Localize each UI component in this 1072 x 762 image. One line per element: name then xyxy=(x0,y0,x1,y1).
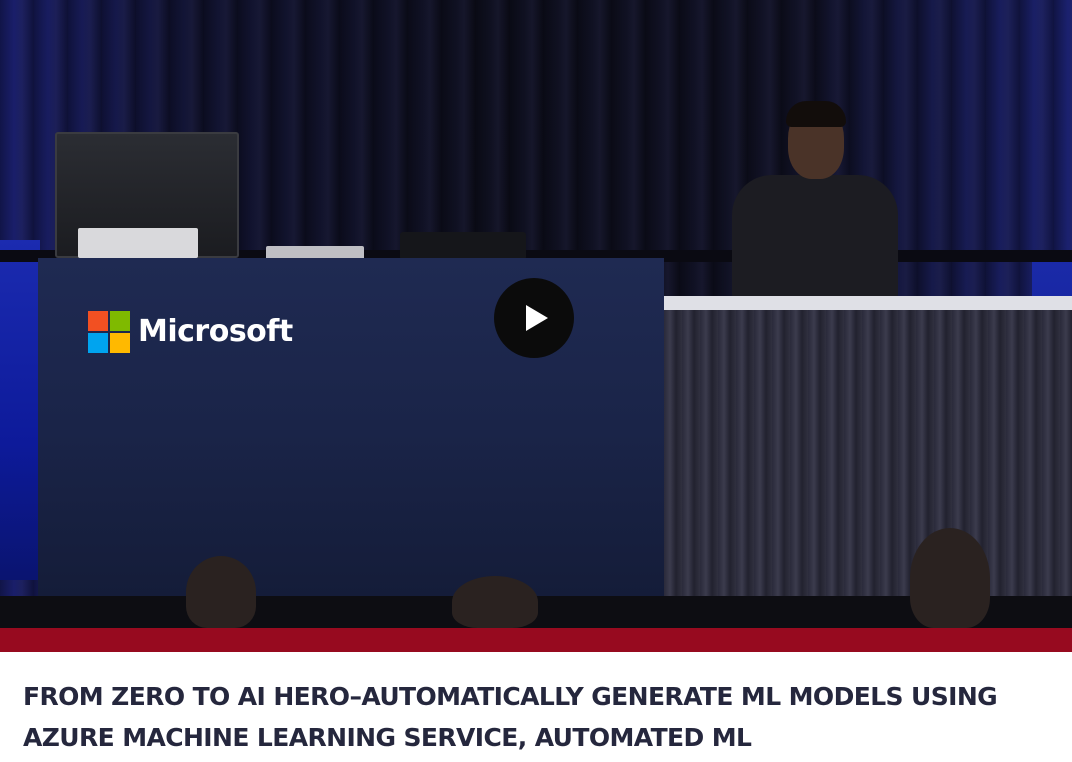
video-player[interactable]: Microsoft xyxy=(0,0,1072,628)
play-button[interactable] xyxy=(494,278,574,358)
microsoft-logo-icon xyxy=(88,311,130,353)
play-icon xyxy=(526,305,548,331)
audience-head xyxy=(452,576,538,628)
accent-bar xyxy=(0,628,1072,652)
video-card: Microsoft FROM ZERO TO AI HERO–AUTOMATIC… xyxy=(0,0,1072,762)
stage-light-left xyxy=(0,240,40,580)
laptop xyxy=(400,232,526,260)
presenter-body xyxy=(732,175,898,300)
audience-head xyxy=(186,556,256,628)
presenter-hair xyxy=(786,101,846,127)
monitor-stand xyxy=(78,228,198,258)
session-title[interactable]: FROM ZERO TO AI HERO–AUTOMATICALLY GENER… xyxy=(23,676,1053,758)
table-top xyxy=(664,296,1072,310)
table-drape xyxy=(664,310,1072,603)
podium-brand-text: Microsoft xyxy=(138,314,293,349)
audience-head xyxy=(910,528,990,628)
